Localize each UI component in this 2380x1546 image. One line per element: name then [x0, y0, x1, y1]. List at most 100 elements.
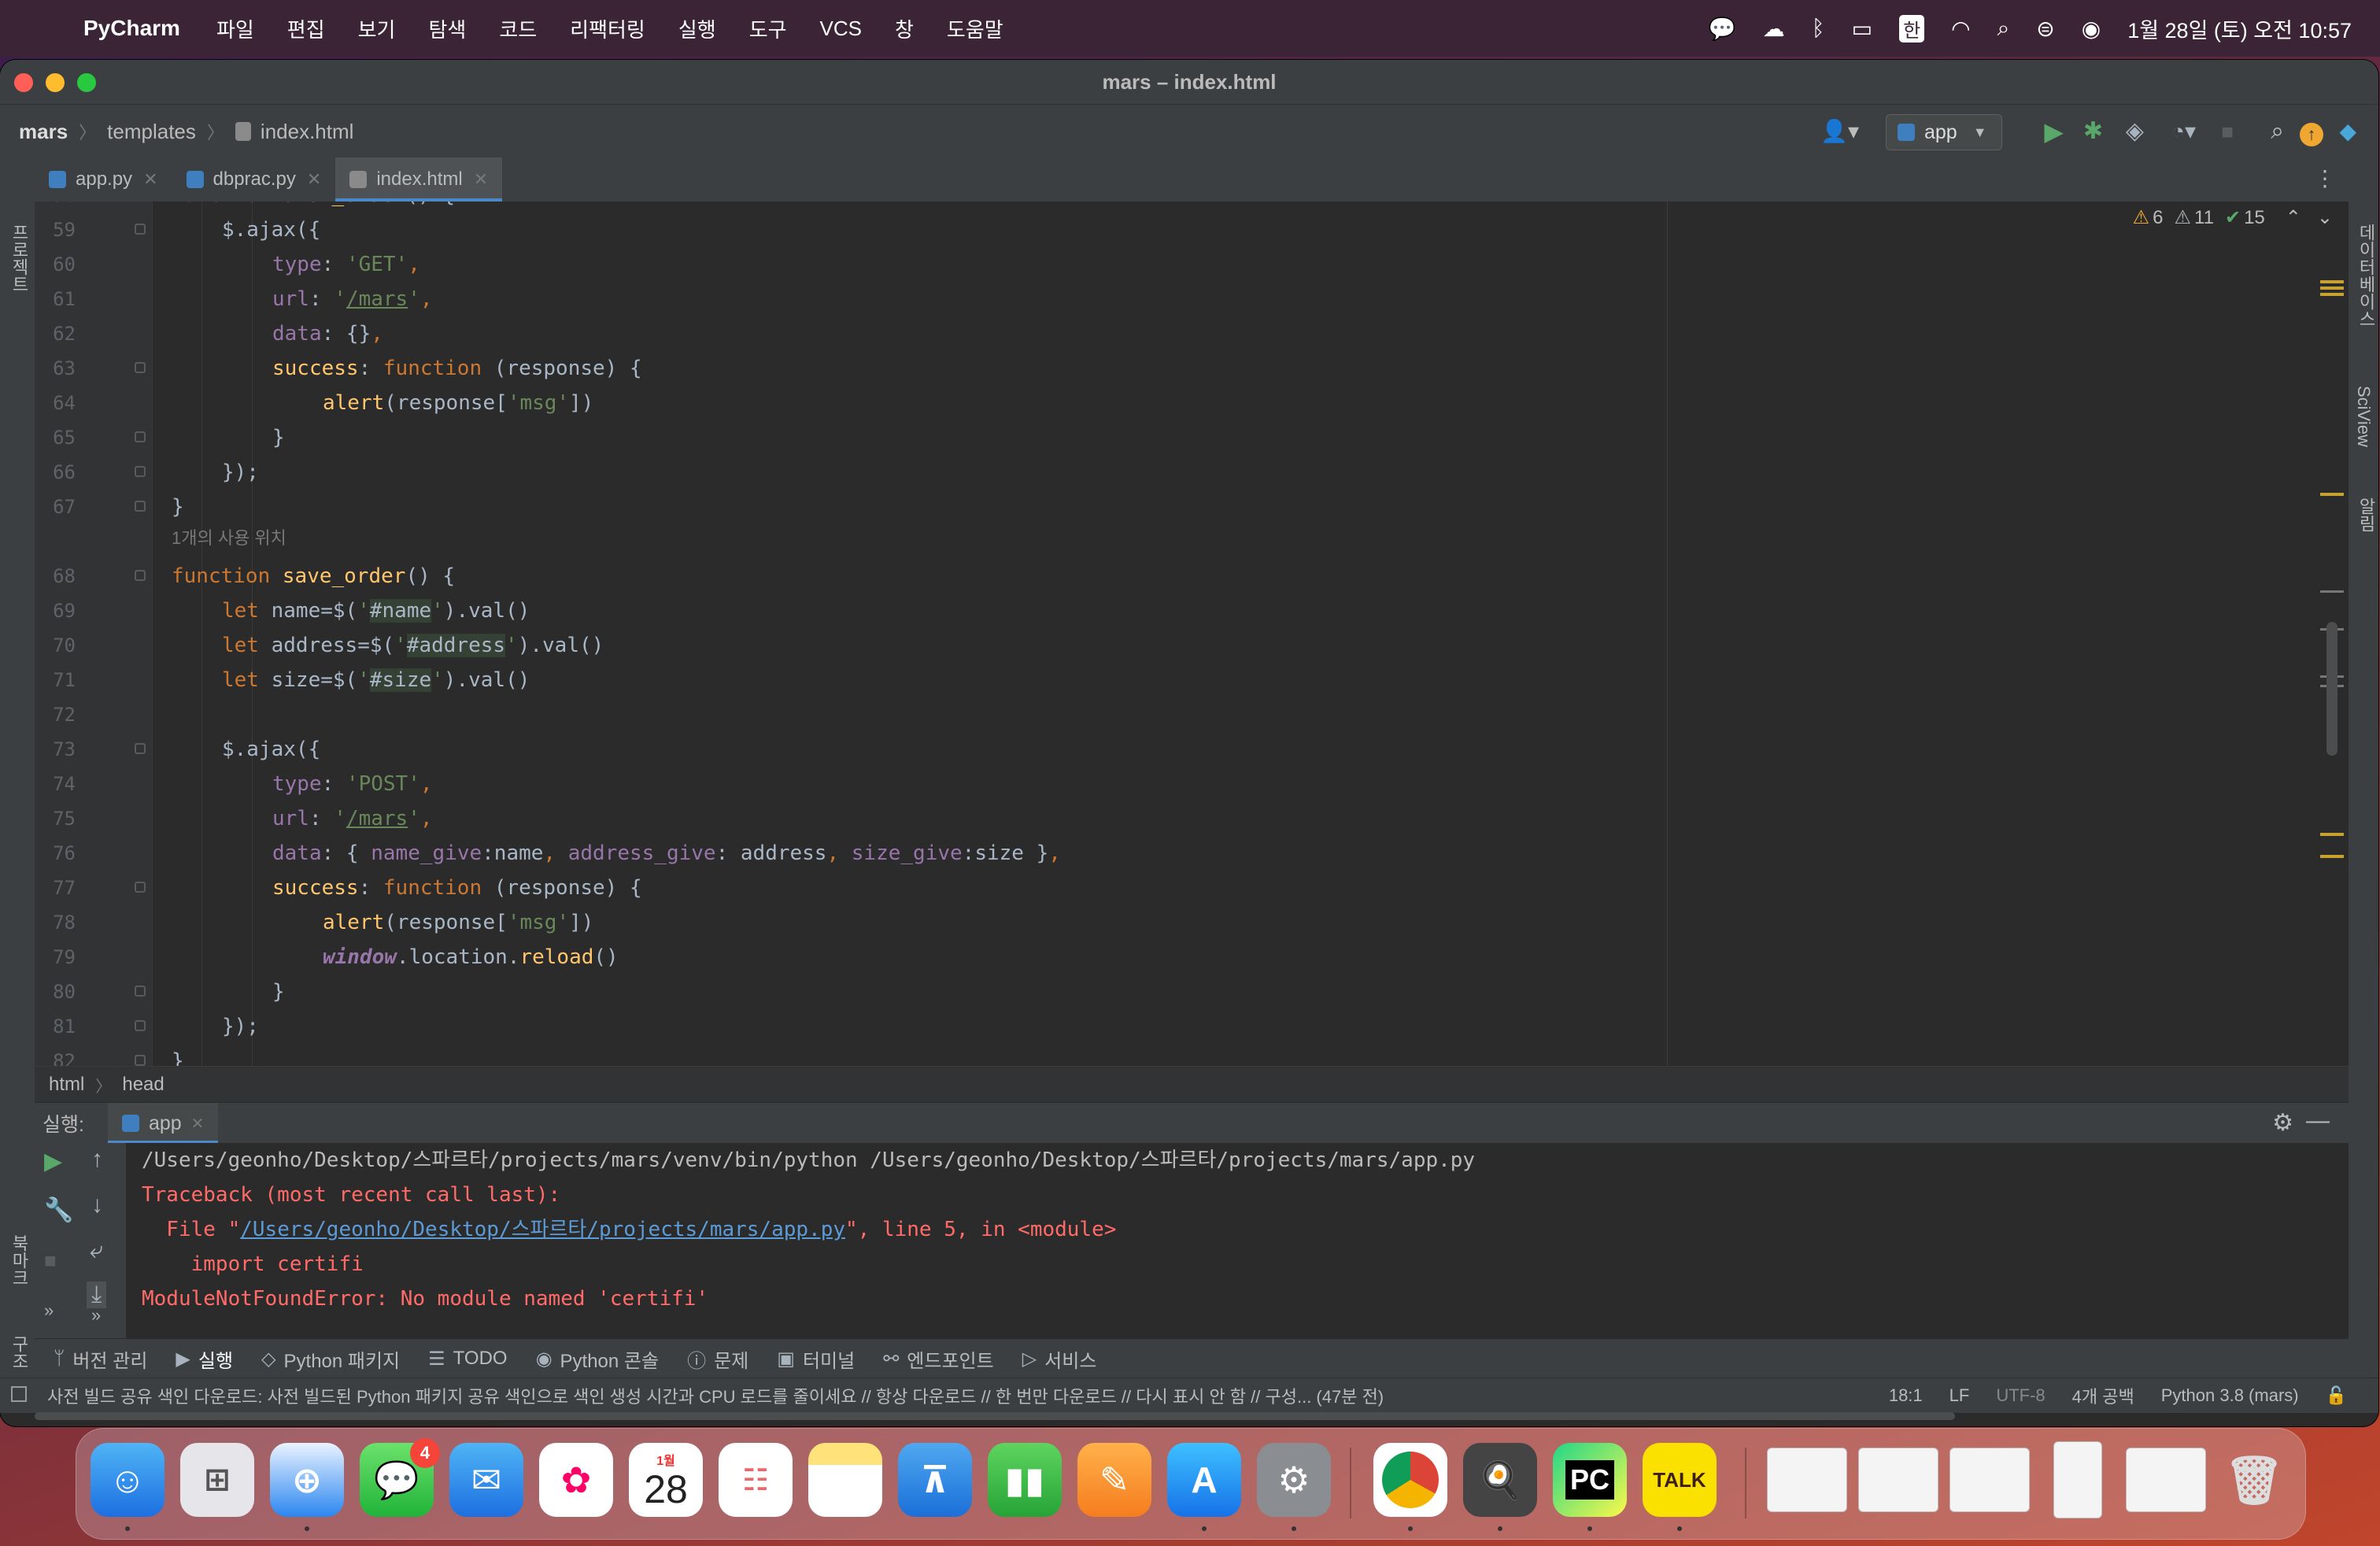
minimized-window-thumbnail[interactable]: [2053, 1441, 2102, 1518]
close-tab-icon[interactable]: ✕: [474, 169, 488, 190]
fold-marker-icon[interactable]: [135, 501, 146, 512]
code-line[interactable]: 75 url: '/mars',: [35, 801, 2349, 836]
kakaotalk-icon[interactable]: TALK: [1643, 1443, 1717, 1517]
menu-refactor[interactable]: 리팩터링: [570, 14, 645, 43]
code-line[interactable]: 73 $.ajax({: [35, 732, 2349, 767]
notifications-tool-button[interactable]: 알림: [2353, 497, 2378, 532]
breadcrumb-html-tag[interactable]: html: [49, 1074, 84, 1096]
cloud-app-icon[interactable]: ☁: [1763, 16, 1785, 42]
line-number[interactable]: 77: [35, 871, 76, 905]
mail-icon[interactable]: ✉: [449, 1443, 523, 1517]
file-encoding[interactable]: UTF-8: [1996, 1385, 2045, 1406]
tool-endpoints[interactable]: ⚯ 엔드포인트: [883, 1345, 994, 1373]
tool-python-packages[interactable]: ◇ Python 패키지: [261, 1345, 400, 1373]
minimized-window-thumbnail[interactable]: [2126, 1448, 2206, 1512]
fold-marker-icon[interactable]: [135, 431, 146, 442]
run-tab-app[interactable]: app ✕: [107, 1103, 219, 1144]
tool-todo[interactable]: ☰ TODO: [428, 1348, 507, 1370]
line-number[interactable]: 64: [35, 386, 76, 420]
tool-terminal[interactable]: ▣ 터미널: [777, 1345, 855, 1373]
line-number[interactable]: 73: [35, 732, 76, 767]
tool-version-control[interactable]: ᛘ 버전 관리: [54, 1345, 147, 1373]
close-tab-icon[interactable]: ✕: [191, 1114, 205, 1134]
structure-tool-button[interactable]: 구조: [6, 1335, 31, 1370]
scroll-up-icon[interactable]: ↑: [91, 1146, 103, 1173]
app-menu[interactable]: PyCharm: [83, 16, 180, 41]
code-line[interactable]: 67}: [35, 490, 2349, 524]
line-separator[interactable]: LF: [1949, 1385, 1970, 1406]
warning-marker[interactable]: [2320, 493, 2344, 496]
status-message[interactable]: 사전 빌드 공유 색인 다운로드: 사전 빌드된 Python 패키지 공유 색…: [47, 1383, 1384, 1408]
minimize-window-button[interactable]: [46, 73, 65, 92]
menu-code[interactable]: 코드: [499, 14, 537, 43]
fold-marker-icon[interactable]: [135, 743, 146, 754]
run-configuration-select[interactable]: app ▼: [1886, 114, 2002, 150]
breadcrumb-project[interactable]: mars: [19, 120, 68, 144]
line-number[interactable]: 67: [35, 490, 76, 524]
toggle-tool-windows-icon[interactable]: [11, 1386, 27, 1402]
menu-window[interactable]: 창: [895, 14, 914, 43]
code-line[interactable]: 72: [35, 697, 2349, 732]
project-tool-button[interactable]: 프로젝트: [6, 224, 31, 293]
scroll-down-icon[interactable]: ↓: [91, 1192, 103, 1219]
battery-icon[interactable]: ▭: [1852, 16, 1872, 42]
line-number[interactable]: 68: [35, 559, 76, 594]
code-line[interactable]: 77 success: function (response) {: [35, 871, 2349, 905]
menubar-clock[interactable]: 1월 28일 (토) 오전 10:57: [2127, 13, 2352, 44]
line-number[interactable]: 72: [35, 697, 76, 732]
line-number[interactable]: 75: [35, 801, 76, 836]
fold-marker-icon[interactable]: [135, 570, 146, 581]
coverage-icon[interactable]: ◈: [2126, 116, 2144, 147]
code-line[interactable]: 61 url: '/mars',: [35, 282, 2349, 316]
run-icon[interactable]: ▶: [2044, 116, 2064, 147]
line-number[interactable]: 62: [35, 316, 76, 351]
tab-app-py[interactable]: app.py ✕: [35, 157, 172, 202]
menu-navigate[interactable]: 탐색: [428, 14, 466, 43]
menu-edit[interactable]: 편집: [287, 14, 325, 43]
rerun-icon[interactable]: ▶: [44, 1148, 62, 1175]
code-line[interactable]: 62 data: {},: [35, 316, 2349, 351]
usage-hint[interactable]: 1개의 사용 위치: [172, 524, 286, 549]
fold-marker-icon[interactable]: [135, 362, 146, 373]
messages-icon[interactable]: 💬 4: [360, 1438, 440, 1517]
pages-icon[interactable]: ✎: [1077, 1443, 1151, 1517]
notes-icon[interactable]: [808, 1443, 882, 1517]
wrench-icon[interactable]: 🔧: [44, 1196, 73, 1224]
tab-dbprac-py[interactable]: dbprac.py ✕: [172, 157, 336, 202]
code-line[interactable]: 79 window.location.reload(): [35, 940, 2349, 975]
bluetooth-icon[interactable]: ᛒ: [1812, 16, 1825, 41]
breadcrumb-head-tag[interactable]: head: [122, 1074, 164, 1096]
code-line[interactable]: 70 let address=$('#address').val(): [35, 628, 2349, 663]
fold-marker-icon[interactable]: [135, 1020, 146, 1031]
system-settings-icon[interactable]: ⚙: [1257, 1443, 1331, 1517]
control-center-icon[interactable]: ⊜: [2036, 16, 2054, 42]
line-number[interactable]: 58: [35, 202, 76, 213]
line-number[interactable]: 70: [35, 628, 76, 663]
database-tool-button[interactable]: 데이터베이스: [2353, 224, 2378, 327]
spotlight-search-icon[interactable]: ⌕: [1998, 16, 2010, 42]
python-interpreter[interactable]: Python 3.8 (mars): [2161, 1385, 2299, 1406]
cookie-app-icon[interactable]: 🍳: [1463, 1443, 1537, 1517]
tool-run[interactable]: ▶ 실행: [176, 1345, 233, 1373]
zoom-window-button[interactable]: [77, 73, 96, 92]
app-store-icon[interactable]: A: [1167, 1443, 1241, 1517]
code-line[interactable]: 60 type: 'GET',: [35, 247, 2349, 282]
close-tab-icon[interactable]: ✕: [307, 169, 321, 190]
code-line[interactable]: 64 alert(response['msg']): [35, 386, 2349, 420]
close-tab-icon[interactable]: ✕: [143, 169, 157, 190]
code-line[interactable]: 65}: [35, 420, 2349, 455]
fold-marker-icon[interactable]: [135, 986, 146, 997]
menu-vcs[interactable]: VCS: [820, 17, 862, 41]
calendar-icon[interactable]: 1월 28: [629, 1443, 703, 1517]
code-line[interactable]: 63 success: function (response) {: [35, 351, 2349, 386]
code-line[interactable]: 78 alert(response['msg']): [35, 905, 2349, 940]
menu-help[interactable]: 도움말: [947, 14, 1003, 43]
soft-wrap-icon[interactable]: ⤶: [90, 1237, 103, 1264]
line-number[interactable]: 65: [35, 420, 76, 455]
photos-icon[interactable]: ✿: [539, 1443, 613, 1517]
indent-setting[interactable]: 4개 공백: [2072, 1383, 2134, 1408]
input-method-icon[interactable]: 한: [1899, 14, 1925, 43]
minimized-window-thumbnail[interactable]: [1767, 1448, 1847, 1512]
tab-index-html[interactable]: index.html ✕: [335, 157, 503, 202]
keynote-icon[interactable]: ⊼: [898, 1443, 972, 1517]
